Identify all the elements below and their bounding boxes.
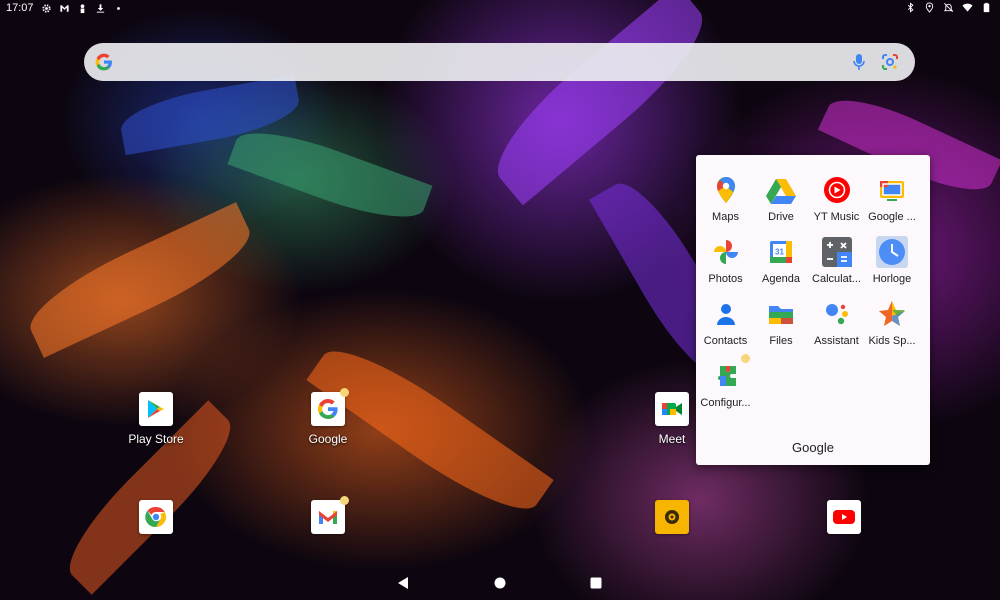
- svg-text:31: 31: [775, 248, 784, 257]
- youtube-icon: [833, 510, 855, 524]
- settings-icon: [41, 3, 51, 13]
- maps-icon: [716, 177, 735, 203]
- google-g-icon: [95, 53, 112, 71]
- google-search-bar[interactable]: [84, 43, 915, 81]
- do-not-disturb-icon: [943, 3, 954, 12]
- drive-icon: [766, 179, 797, 204]
- location-icon: [925, 2, 934, 13]
- clock-time: 17:07: [6, 2, 34, 14]
- person-icon: [80, 3, 84, 13]
- app-play-store[interactable]: Play Store: [111, 392, 201, 446]
- google-folder-popup: Maps Drive YT Music Google ... Photos 31…: [696, 155, 930, 465]
- gmail-notification-icon: [59, 4, 69, 12]
- wallpaper-leaf: [477, 0, 723, 206]
- meet-icon: [662, 403, 682, 415]
- home-icon[interactable]: [493, 576, 507, 590]
- folder-app-files[interactable]: Files: [754, 298, 810, 347]
- folder-app-configurator[interactable]: Configur...: [698, 354, 754, 409]
- folder-app-agenda[interactable]: 31 Agenda: [754, 236, 810, 285]
- configurator-icon: [717, 366, 736, 386]
- folder-app-yt-music[interactable]: YT Music: [809, 174, 865, 223]
- files-icon: [769, 306, 794, 324]
- navigation-bar: [0, 568, 1000, 600]
- download-icon: [96, 3, 104, 13]
- wallpaper-leaf: [117, 74, 303, 156]
- battery-icon: [983, 2, 990, 13]
- notification-badge: [340, 496, 349, 505]
- calendar-icon: 31: [770, 241, 793, 263]
- photos-icon: [713, 240, 738, 264]
- clock-icon: [876, 236, 909, 268]
- more-dot-icon: [116, 6, 120, 10]
- bluetooth-icon: [907, 2, 914, 13]
- play-store-icon: [148, 400, 164, 418]
- app-gmail[interactable]: [283, 496, 373, 534]
- folder-app-kids-space[interactable]: Kids Sp...: [865, 298, 921, 347]
- wifi-icon: [962, 3, 973, 12]
- app-chrome[interactable]: [111, 500, 201, 534]
- folder-app-photos[interactable]: Photos: [698, 236, 754, 285]
- folder-app-calculator[interactable]: Calculat...: [809, 236, 865, 285]
- yt-music-icon: [823, 177, 850, 203]
- recents-icon[interactable]: [589, 576, 603, 590]
- back-icon[interactable]: [396, 576, 410, 590]
- app-camera[interactable]: [627, 500, 717, 534]
- kids-space-icon: [879, 301, 906, 326]
- folder-app-maps[interactable]: Maps: [698, 174, 754, 223]
- wallpaper-leaf: [18, 202, 262, 358]
- google-tv-icon: [880, 181, 905, 201]
- app-youtube[interactable]: [799, 500, 889, 534]
- google-lens-icon[interactable]: [881, 53, 899, 71]
- app-google[interactable]: Google: [283, 388, 373, 446]
- microphone-icon[interactable]: [851, 53, 867, 71]
- folder-app-google-tv[interactable]: Google ...: [865, 174, 921, 223]
- notification-badge: [340, 388, 349, 397]
- google-icon: [317, 399, 338, 420]
- assistant-icon: [825, 304, 848, 325]
- chrome-icon: [145, 506, 167, 528]
- folder-app-assistant[interactable]: Assistant: [809, 298, 865, 347]
- camera-app-icon: [665, 510, 679, 524]
- contacts-icon: [716, 304, 735, 325]
- status-bar: 17:07: [0, 0, 1000, 18]
- folder-app-contacts[interactable]: Contacts: [698, 298, 754, 347]
- gmail-icon: [319, 511, 337, 524]
- wallpaper-leaf: [227, 117, 433, 233]
- folder-app-drive[interactable]: Drive: [754, 174, 810, 223]
- folder-title[interactable]: Google: [696, 440, 930, 455]
- calculator-icon: [821, 237, 852, 267]
- notification-badge: [740, 354, 750, 363]
- folder-app-horloge[interactable]: Horloge: [865, 236, 921, 285]
